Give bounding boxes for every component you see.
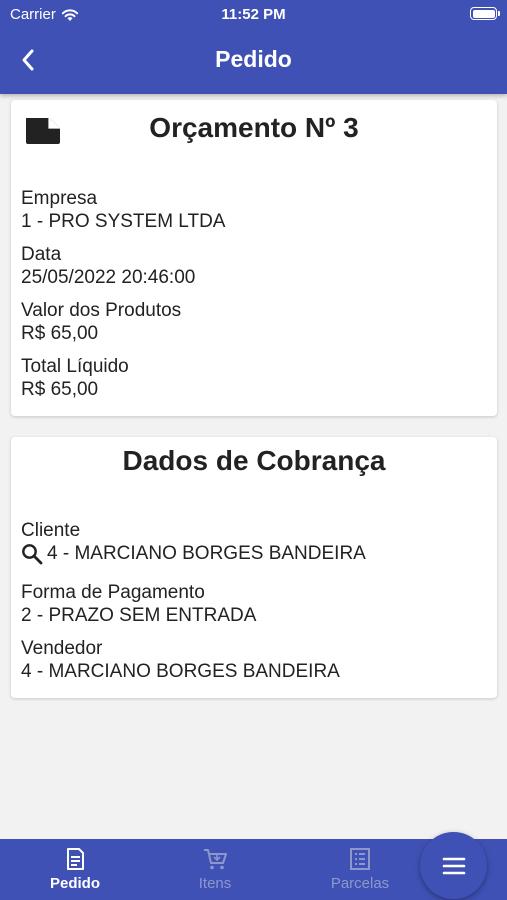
payment-method-value: 2 - PRAZO SEM ENTRADA [21, 605, 257, 626]
client-label: Cliente [21, 520, 81, 541]
menu-icon [442, 857, 465, 874]
billing-card: Dados de Cobrança Cliente 4 - MARCIANO B… [11, 437, 497, 698]
cart-icon [204, 849, 227, 870]
net-total-label: Total Líquido [21, 356, 129, 377]
order-card: Orçamento Nº 3 Empresa 1 - PRO SYSTEM LT… [11, 100, 497, 416]
date-value: 25/05/2022 20:46:00 [21, 267, 196, 288]
nav-item-pedido[interactable]: Pedido [20, 847, 130, 892]
date-field: Data 25/05/2022 20:46:00 [21, 243, 487, 289]
status-time: 11:52 PM [221, 6, 286, 23]
header: Carrier 11:52 PM Pedido [0, 0, 507, 94]
payment-method-label: Forma de Pagamento [21, 582, 205, 603]
date-label: Data [21, 244, 62, 265]
products-value-amount: R$ 65,00 [21, 323, 99, 344]
client-lookup[interactable]: 4 - MARCIANO BORGES BANDEIRA [21, 542, 487, 565]
order-title: Orçamento Nº 3 [149, 112, 359, 143]
products-value-field: Valor dos Produtos R$ 65,00 [21, 299, 487, 345]
nav-label-parcelas: Parcelas [330, 875, 390, 892]
net-total-amount: R$ 65,00 [21, 379, 99, 400]
nav-label-pedido: Pedido [49, 875, 100, 892]
search-icon[interactable] [21, 543, 43, 565]
nav-item-parcelas[interactable]: Parcelas [305, 847, 415, 892]
app-bar: Pedido [0, 28, 507, 94]
company-field: Empresa 1 - PRO SYSTEM LTDA [21, 187, 487, 233]
battery-icon [470, 7, 500, 20]
seller-field: Vendedor 4 - MARCIANO BORGES BANDEIRA [21, 637, 487, 683]
list-icon [350, 848, 370, 870]
receipt-icon [67, 848, 84, 870]
page-title: Pedido [215, 46, 292, 72]
nav-item-itens[interactable]: Itens [160, 847, 270, 892]
client-value: 4 - MARCIANO BORGES BANDEIRA [47, 543, 366, 564]
payment-method-field: Forma de Pagamento 2 - PRAZO SEM ENTRADA [21, 581, 487, 627]
net-total-field: Total Líquido R$ 65,00 [21, 355, 487, 401]
nav-label-itens: Itens [198, 875, 232, 892]
seller-value: 4 - MARCIANO BORGES BANDEIRA [21, 661, 340, 682]
billing-title: Dados de Cobrança [122, 445, 386, 476]
seller-label: Vendedor [21, 638, 103, 659]
client-field: Cliente 4 - MARCIANO BORGES BANDEIRA [21, 519, 487, 565]
menu-button[interactable] [420, 832, 487, 899]
status-bar: Carrier 11:52 PM [0, 0, 507, 28]
products-value-label: Valor dos Produtos [21, 300, 182, 321]
company-label: Empresa [21, 188, 98, 209]
company-value: 1 - PRO SYSTEM LTDA [21, 211, 226, 232]
